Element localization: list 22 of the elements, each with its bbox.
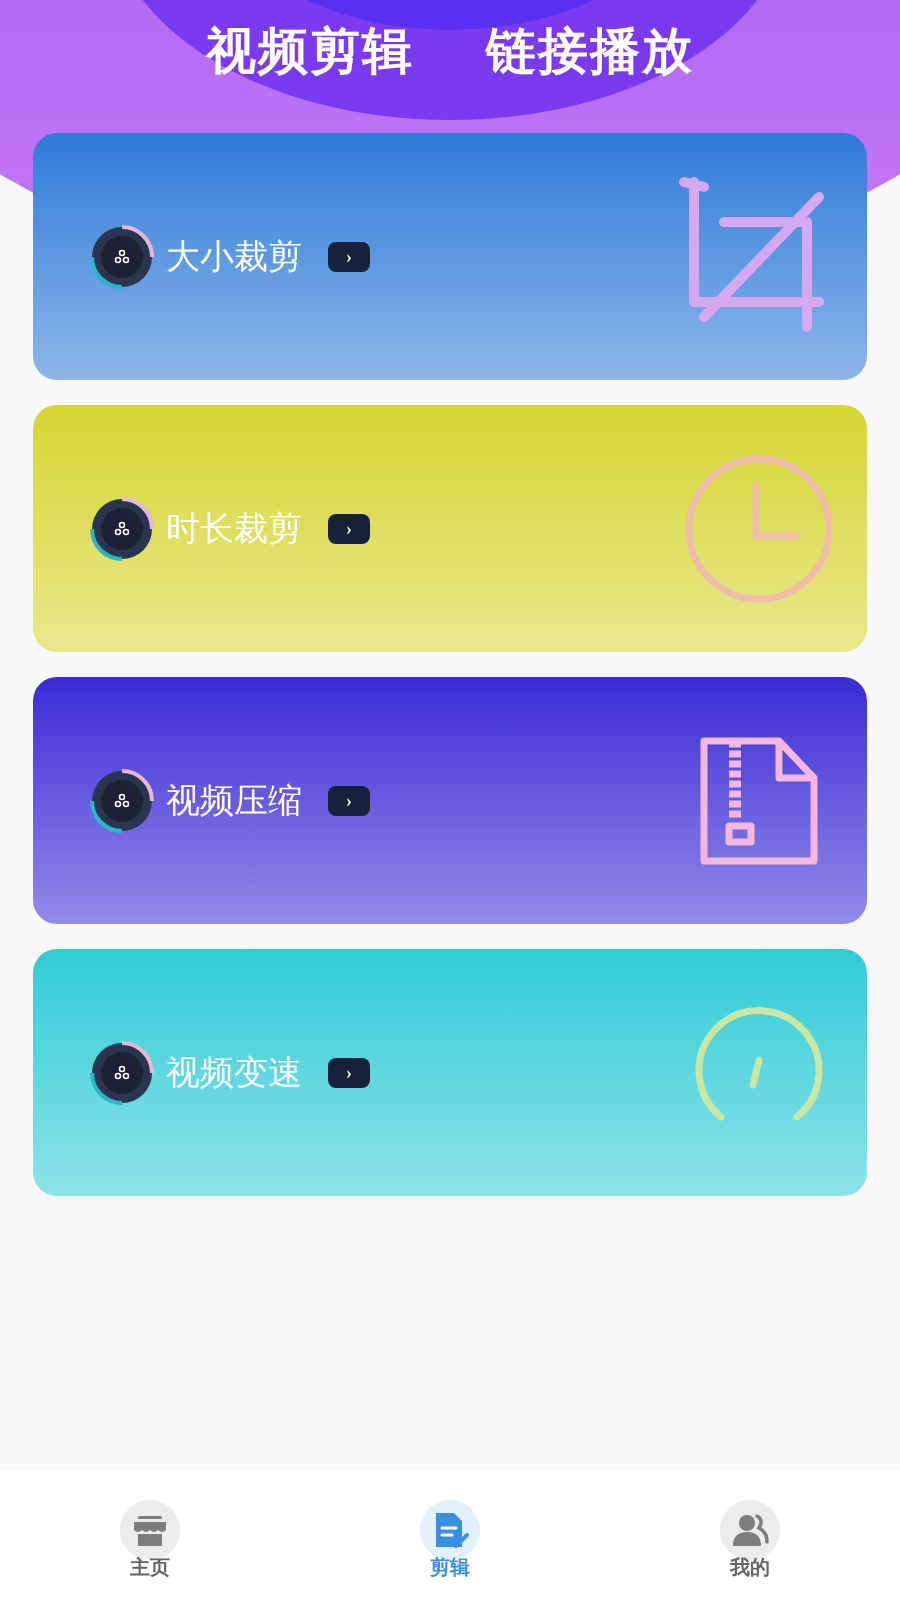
- feature-card[interactable]: 时长裁剪 ›: [33, 405, 867, 652]
- arrow-button[interactable]: ›: [328, 241, 370, 272]
- card-label: 视频压缩: [166, 781, 302, 821]
- disc-icon: [90, 768, 154, 833]
- card-label: 大小裁剪: [166, 237, 302, 277]
- card-label: 时长裁剪: [166, 509, 302, 549]
- disc-icon: [90, 1040, 154, 1105]
- header-tab[interactable]: 链接播放: [486, 16, 694, 133]
- feature-card[interactable]: 视频压缩 ›: [33, 677, 867, 924]
- feature-card[interactable]: 大小裁剪 ›: [33, 133, 867, 380]
- disc-icon: [90, 224, 154, 289]
- arrow-button[interactable]: ›: [328, 785, 370, 816]
- header-tab[interactable]: 视频剪辑: [206, 16, 414, 133]
- nav-tab[interactable]: 我的: [600, 1500, 900, 1600]
- arrow-button[interactable]: ›: [328, 513, 370, 544]
- feature-card[interactable]: 视频变速 ›: [33, 949, 867, 1196]
- card-label: 视频变速: [166, 1053, 302, 1093]
- clock-icon: [684, 453, 834, 604]
- disc-icon: [90, 496, 154, 561]
- nav-tab[interactable]: 主页: [0, 1500, 300, 1600]
- zip-file-icon: [699, 735, 819, 866]
- arrow-button[interactable]: ›: [328, 1057, 370, 1088]
